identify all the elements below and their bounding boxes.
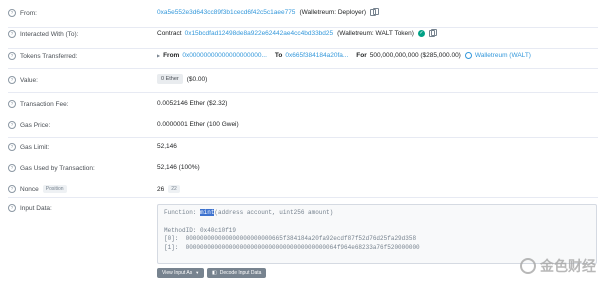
help-icon[interactable]: ? xyxy=(8,76,16,84)
triangle-icon: ▶ xyxy=(157,53,161,58)
watermark-text: 金色财经 xyxy=(540,258,596,274)
gas-limit-row: ? Gas Limit: 52,146 xyxy=(0,138,600,159)
divider xyxy=(8,197,598,198)
method-id: MethodID: 0x40c10f19 xyxy=(164,226,237,234)
gas-limit-value: 52,146 xyxy=(157,143,177,150)
help-icon[interactable]: ? xyxy=(8,9,16,17)
watermark-logo-icon xyxy=(520,258,536,274)
gas-used-value: 52,146 (100%) xyxy=(157,164,200,171)
nonce-value: 26 xyxy=(157,185,165,193)
value-usd: ($0.00) xyxy=(186,75,208,83)
tokens-for-label: For xyxy=(356,52,367,59)
tokens-from-label: From xyxy=(163,52,180,59)
token-name-link[interactable]: Walletreum (WALT) xyxy=(475,52,531,59)
decode-icon: ◧ xyxy=(212,270,217,276)
help-icon[interactable]: ? xyxy=(8,143,16,151)
help-icon[interactable]: ? xyxy=(8,52,16,60)
param-1: [1]: 00000000000000000000000000000000000… xyxy=(164,244,420,252)
param-0: [0]: 000000000000000000000000665f384184a… xyxy=(164,235,417,243)
divider xyxy=(8,92,598,93)
divider xyxy=(8,68,598,69)
view-input-as-button[interactable]: View Input As ▼ xyxy=(157,268,205,278)
chevron-down-icon: ▼ xyxy=(195,270,200,275)
help-icon[interactable]: ? xyxy=(8,30,16,38)
help-icon[interactable]: ? xyxy=(8,204,16,212)
copy-icon[interactable] xyxy=(428,29,438,37)
gas-price-label: Gas Price: xyxy=(20,121,51,129)
function-prefix: Function: xyxy=(164,209,201,216)
tokens-amount: 500,000,000,000 ($285,000.00) xyxy=(369,52,461,59)
fee-row: ? Transaction Fee: 0.0052146 Ether ($2.3… xyxy=(0,95,600,116)
fee-label: Transaction Fee: xyxy=(20,100,69,108)
value-label: Value: xyxy=(20,76,38,84)
input-data-box[interactable]: Function: mint(address account, uint256 … xyxy=(157,204,597,264)
tokens-label: Tokens Transferred: xyxy=(20,52,78,60)
tokens-to-label: To xyxy=(274,52,283,59)
interacted-label: Interacted With (To): xyxy=(20,30,79,38)
nonce-label: Nonce xyxy=(20,185,39,193)
value-badge: 0 Ether xyxy=(157,74,183,84)
tokens-row: ? Tokens Transferred: ▶ From 0x000000000… xyxy=(0,47,600,68)
help-icon[interactable]: ? xyxy=(8,185,16,193)
from-row: ? From: 0xa5e552e3d643cc89f3b1cecd6f42c5… xyxy=(0,4,600,25)
help-icon[interactable]: ? xyxy=(8,164,16,172)
help-icon[interactable]: ? xyxy=(8,121,16,129)
help-icon[interactable]: ? xyxy=(8,100,16,108)
decode-input-button[interactable]: ◧ Decode Input Data xyxy=(207,268,267,278)
input-label: Input Data: xyxy=(20,204,52,212)
position-badge: Position xyxy=(42,185,67,193)
tokens-to-address[interactable]: 0x665f384184a20fa... xyxy=(285,52,348,59)
gas-limit-label: Gas Limit: xyxy=(20,143,50,151)
verified-check-icon: ✓ xyxy=(417,30,425,37)
gas-price-value: 0.0000001 Ether (100 Gwei) xyxy=(157,121,239,128)
nonce-position: 22 xyxy=(168,185,180,193)
tokens-from-address[interactable]: 0x00000000000000000000... xyxy=(182,52,267,59)
contract-tag: (Walletreum: WALT Token) xyxy=(337,30,414,37)
function-name: mint xyxy=(200,209,215,216)
interacted-row: ? Interacted With (To): Contract 0x15bcd… xyxy=(0,25,600,46)
from-address-link[interactable]: 0xa5e552e3d643cc89f3b1cecd6f42c5c1aee775 xyxy=(157,9,295,16)
watermark: 金色财经 xyxy=(520,256,596,276)
value-row: ? Value: 0 Ether ($0.00) xyxy=(0,71,600,92)
fee-value: 0.0052146 Ether ($2.32) xyxy=(157,100,228,107)
contract-address-link[interactable]: 0x15bcdfad12498de8a922e62442ae4cc4bd33bd… xyxy=(185,30,334,37)
from-tag: (Walletreum: Deployer) xyxy=(299,9,367,16)
from-label: From: xyxy=(20,9,37,17)
function-args: (address account, uint256 amount) xyxy=(214,209,334,216)
gas-used-label: Gas Used by Transaction: xyxy=(20,164,95,172)
gas-price-row: ? Gas Price: 0.0000001 Ether (100 Gwei) xyxy=(0,116,600,137)
token-logo-icon xyxy=(464,52,472,59)
copy-icon[interactable] xyxy=(370,8,379,16)
contract-prefix: Contract xyxy=(157,30,182,37)
gas-used-row: ? Gas Used by Transaction: 52,146 (100%) xyxy=(0,159,600,180)
